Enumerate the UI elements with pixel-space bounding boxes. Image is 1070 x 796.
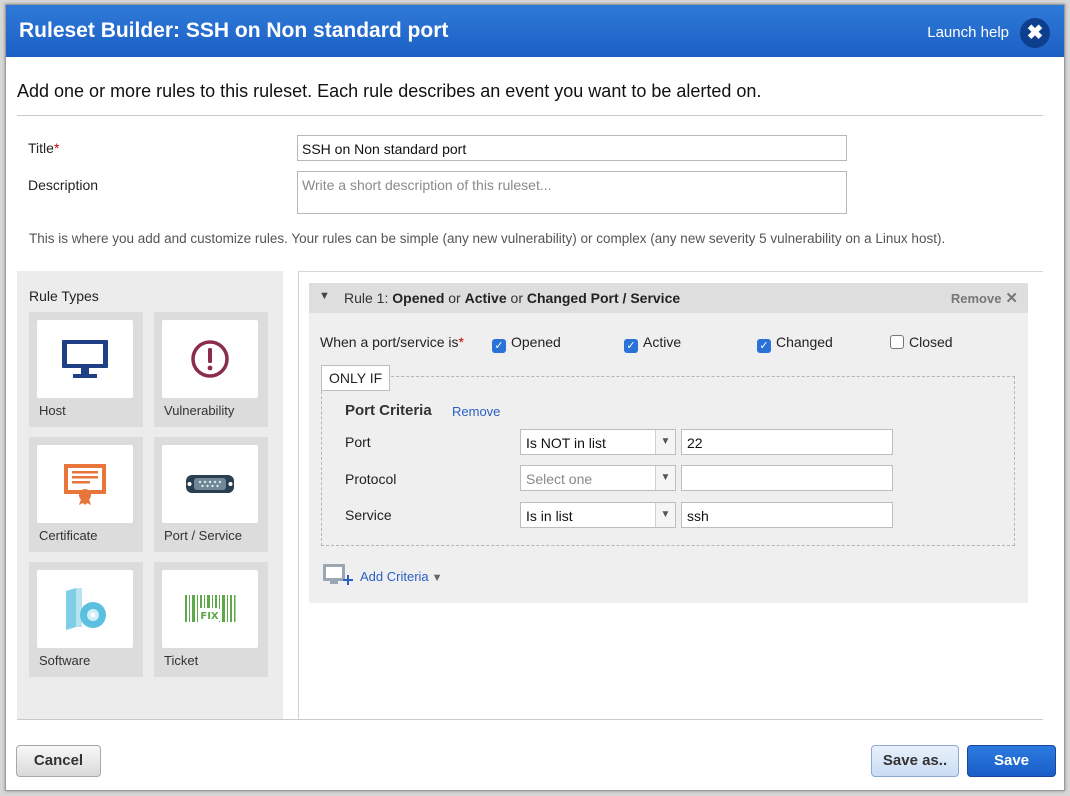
rule-type-label: Port / Service <box>164 528 243 543</box>
criteria-label-port: Port <box>345 434 371 450</box>
chevron-down-icon: ▼ <box>655 503 675 527</box>
criteria-label-protocol: Protocol <box>345 471 397 487</box>
checkbox-closed[interactable]: Closed <box>890 334 953 350</box>
rule-types-panel: Rule Types Host Vulnerability Certificat… <box>17 271 283 719</box>
help-hint-text: This is where you add and customize rule… <box>29 231 946 246</box>
close-icon: ✕ <box>1005 290 1018 307</box>
when-label: When a port/service is* <box>320 334 464 350</box>
panel-divider <box>298 271 299 719</box>
checkbox-unchecked-icon[interactable] <box>890 335 904 349</box>
chevron-down-icon: ▼ <box>655 466 675 490</box>
remove-criteria-link[interactable]: Remove <box>452 404 500 419</box>
software-disc-icon <box>66 588 106 630</box>
ticket-fix-icon: FIX <box>185 595 236 622</box>
criteria-label-service: Service <box>345 507 392 523</box>
certificate-icon <box>64 464 106 505</box>
rule-type-label: Software <box>39 653 91 668</box>
rule-type-certificate[interactable]: Certificate <box>29 437 143 552</box>
criteria-title: Port Criteria <box>345 402 432 419</box>
checkbox-checked-icon[interactable]: ✓ <box>492 339 506 353</box>
rule-type-vulnerability[interactable]: Vulnerability <box>154 312 268 427</box>
only-if-label: ONLY IF <box>321 365 391 391</box>
checkbox-active[interactable]: ✓ Active <box>624 334 681 353</box>
chevron-down-icon: ▼ <box>431 571 443 584</box>
rule-type-label: Host <box>39 403 66 418</box>
service-operator-select[interactable]: Is in list ▼ <box>520 502 676 528</box>
rule-header[interactable]: ▼ Rule 1: Opened or Active or Changed Po… <box>309 283 1028 313</box>
service-value-input[interactable]: ssh <box>681 502 893 528</box>
dialog-title: Ruleset Builder: SSH on Non standard por… <box>19 19 449 42</box>
close-icon[interactable]: ✖ <box>1020 18 1050 48</box>
checkbox-checked-icon[interactable]: ✓ <box>757 339 771 353</box>
remove-rule-button[interactable]: Remove ✕ <box>951 289 1018 307</box>
rule-type-ticket[interactable]: FIX Ticket <box>154 562 268 677</box>
rule-type-host[interactable]: Host <box>29 312 143 427</box>
port-operator-select[interactable]: Is NOT in list ▼ <box>520 429 676 455</box>
port-value-input[interactable]: 22 <box>681 429 893 455</box>
rule-type-label: Vulnerability <box>164 403 235 418</box>
exclamation-circle-icon <box>191 340 229 378</box>
add-criteria-icon <box>322 563 354 592</box>
checkbox-changed[interactable]: ✓ Changed <box>757 334 833 353</box>
rule-title: Rule 1: Opened or Active or Changed Port… <box>344 290 681 306</box>
rule-type-label: Certificate <box>39 528 98 543</box>
title-bar: Ruleset Builder: SSH on Non standard por… <box>6 5 1064 57</box>
panel-top-divider <box>299 271 1043 272</box>
monitor-icon <box>62 340 108 378</box>
intro-text: Add one or more rules to this ruleset. E… <box>17 81 762 101</box>
title-input[interactable]: SSH on Non standard port <box>297 135 847 161</box>
collapse-chevron-icon[interactable]: ▼ <box>319 290 330 302</box>
checkbox-checked-icon[interactable]: ✓ <box>624 339 638 353</box>
rule-type-software[interactable]: Software <box>29 562 143 677</box>
save-button[interactable]: Save <box>967 745 1056 777</box>
chevron-down-icon: ▼ <box>655 430 675 454</box>
title-label: Title* <box>28 140 60 156</box>
launch-help-link[interactable]: Launch help <box>927 24 1009 41</box>
rule-1-panel: ▼ Rule 1: Opened or Active or Changed Po… <box>309 283 1028 603</box>
rule-type-port-service[interactable]: Port / Service <box>154 437 268 552</box>
checkbox-opened[interactable]: ✓ Opened <box>492 334 561 353</box>
rule-types-heading: Rule Types <box>29 288 99 304</box>
cancel-button[interactable]: Cancel <box>16 745 101 777</box>
add-criteria-button[interactable]: Add Criteria ▼ <box>322 563 443 592</box>
svg-text:FIX: FIX <box>200 611 219 622</box>
protocol-value-input[interactable] <box>681 465 893 491</box>
protocol-operator-select[interactable]: Select one ▼ <box>520 465 676 491</box>
divider <box>17 115 1043 116</box>
ruleset-builder-dialog: Ruleset Builder: SSH on Non standard por… <box>5 4 1065 791</box>
description-label: Description <box>28 177 99 193</box>
description-textarea[interactable]: Write a short description of this rulese… <box>297 171 847 214</box>
footer-divider <box>17 719 1043 720</box>
save-as-button[interactable]: Save as.. <box>871 745 959 777</box>
rule-type-label: Ticket <box>164 653 199 668</box>
network-port-icon <box>186 475 234 493</box>
